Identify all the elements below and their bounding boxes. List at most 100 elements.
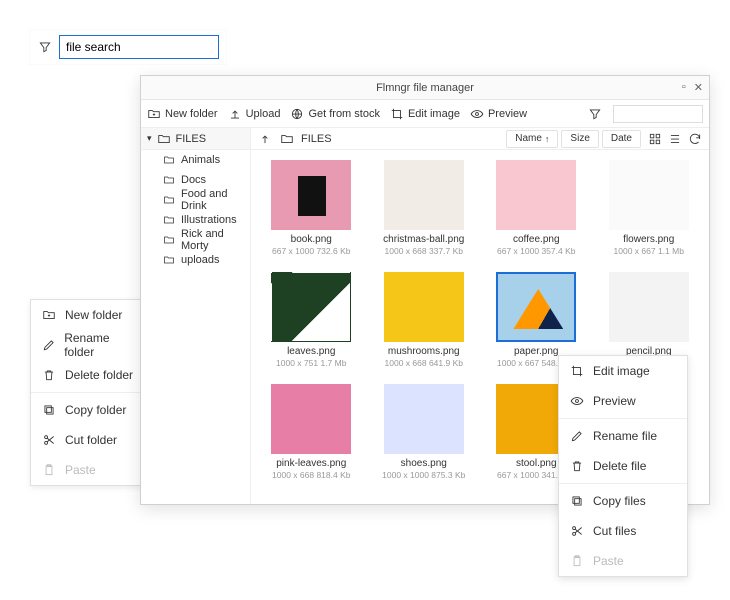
- separator: [559, 418, 687, 419]
- tree-item[interactable]: Animals: [141, 150, 250, 170]
- folder-plus-icon: [147, 107, 161, 121]
- filter-icon: [37, 39, 53, 55]
- file-item[interactable]: coffee.png667 x 1000 357.4 Kb: [484, 160, 589, 256]
- file-name: christmas-ball.png: [383, 234, 464, 245]
- tree-item[interactable]: Rick and Morty: [141, 230, 250, 250]
- thumbnail: [496, 272, 576, 342]
- file-meta: 1000 x 668 641.9 Kb: [385, 358, 463, 368]
- search-input[interactable]: [59, 35, 219, 59]
- label: Edit image: [593, 364, 650, 378]
- clipboard-icon: [569, 553, 585, 569]
- file-meta: 1000 x 667 1.1 Mb: [614, 246, 684, 256]
- file-name: book.png: [291, 234, 332, 245]
- menu-delete-file[interactable]: Delete file: [559, 451, 687, 481]
- file-meta: 667 x 1000 357.4 Kb: [497, 246, 575, 256]
- upload-button[interactable]: Upload: [228, 107, 281, 121]
- menu-preview[interactable]: Preview: [559, 386, 687, 416]
- search-filter-wrap: [30, 30, 226, 64]
- label: Upload: [246, 108, 281, 120]
- pencil-icon: [569, 428, 585, 444]
- file-item[interactable]: pencil.png: [597, 272, 702, 368]
- globe-icon: [290, 107, 304, 121]
- file-name: shoes.png: [401, 458, 447, 469]
- tree-item[interactable]: Illustrations: [141, 210, 250, 230]
- thumbnail: [384, 384, 464, 454]
- up-icon[interactable]: [257, 131, 273, 147]
- folder-icon: [156, 131, 172, 147]
- label: Paste: [65, 463, 96, 477]
- label: Cut files: [593, 524, 636, 538]
- label: Paste: [593, 554, 624, 568]
- menu-paste-folder: Paste: [31, 455, 149, 485]
- scissors-icon: [41, 432, 57, 448]
- file-name: mushrooms.png: [388, 346, 460, 357]
- chevron-down-icon: ▾: [147, 133, 152, 144]
- label: Food and Drink: [181, 188, 250, 212]
- file-name: stool.png: [516, 458, 557, 469]
- folder-icon: [163, 154, 175, 166]
- tree-item[interactable]: Food and Drink: [141, 190, 250, 210]
- file-item[interactable]: flowers.png1000 x 667 1.1 Mb: [597, 160, 702, 256]
- thumbnail: [271, 384, 351, 454]
- file-name: pink-leaves.png: [276, 458, 346, 469]
- upload-icon: [228, 107, 242, 121]
- list-view-icon[interactable]: [667, 131, 683, 147]
- tree-item[interactable]: Docs: [141, 170, 250, 190]
- file-meta: 1000 x 668 818.4 Kb: [272, 470, 350, 480]
- new-folder-button[interactable]: New folder: [147, 107, 218, 121]
- clipboard-icon: [41, 462, 57, 478]
- menu-rename-file[interactable]: Rename file: [559, 421, 687, 451]
- label: Illustrations: [181, 214, 237, 226]
- file-name: paper.png: [514, 346, 559, 357]
- label: Copy files: [593, 494, 646, 508]
- menu-cut-folder[interactable]: Cut folder: [31, 425, 149, 455]
- menu-rename-folder[interactable]: Rename folder: [31, 330, 149, 360]
- label: Rick and Morty: [181, 228, 250, 252]
- grid-view-icon[interactable]: [647, 131, 663, 147]
- file-item[interactable]: book.png667 x 1000 732.6 Kb: [259, 160, 364, 256]
- tree-root[interactable]: ▾ FILES: [141, 128, 250, 150]
- folder-tree: ▾ FILES Animals Docs Food and Drink Illustr…: [141, 128, 251, 504]
- file-meta: 1000 x 751 1.7 Mb: [276, 358, 346, 368]
- sort-asc-icon: ↑: [545, 134, 550, 144]
- col-size[interactable]: Size: [561, 130, 598, 148]
- filter-input[interactable]: [613, 105, 703, 123]
- preview-button[interactable]: Preview: [470, 107, 527, 121]
- pencil-icon: [41, 337, 56, 353]
- label: Docs: [181, 174, 206, 186]
- menu-copy-folder[interactable]: Copy folder: [31, 395, 149, 425]
- label: Delete folder: [65, 368, 133, 382]
- file-name: flowers.png: [623, 234, 674, 245]
- menu-edit-image[interactable]: Edit image: [559, 356, 687, 386]
- minimize-button[interactable]: ▫: [682, 81, 686, 94]
- menu-cut-files[interactable]: Cut files: [559, 516, 687, 546]
- tree-item[interactable]: uploads: [141, 250, 250, 270]
- close-button[interactable]: ✕: [694, 81, 703, 94]
- file-item[interactable]: christmas-ball.png1000 x 668 337.7 Kb: [372, 160, 477, 256]
- col-date[interactable]: Date: [602, 130, 641, 148]
- edit-image-button[interactable]: Edit image: [390, 107, 460, 121]
- file-item[interactable]: paper.png1000 x 667 548.8 Kb: [484, 272, 589, 368]
- filter-icon[interactable]: [587, 106, 603, 122]
- menu-delete-folder[interactable]: Delete folder: [31, 360, 149, 390]
- folder-icon: [163, 174, 175, 186]
- thumbnail: [384, 272, 464, 342]
- scissors-icon: [569, 523, 585, 539]
- file-name: coffee.png: [513, 234, 560, 245]
- col-name[interactable]: Name↑: [506, 130, 558, 148]
- folder-context-menu: New folder Rename folder Delete folder C…: [30, 299, 150, 486]
- crop-icon: [390, 107, 404, 121]
- separator: [31, 392, 149, 393]
- menu-new-folder[interactable]: New folder: [31, 300, 149, 330]
- file-meta: 667 x 1000 732.6 Kb: [272, 246, 350, 256]
- file-item[interactable]: leaves.png1000 x 751 1.7 Mb: [259, 272, 364, 368]
- file-item[interactable]: pink-leaves.png1000 x 668 818.4 Kb: [259, 384, 364, 480]
- file-name: leaves.png: [287, 346, 335, 357]
- get-stock-button[interactable]: Get from stock: [290, 107, 380, 121]
- file-item[interactable]: mushrooms.png1000 x 668 641.9 Kb: [372, 272, 477, 368]
- file-item[interactable]: shoes.png1000 x 1000 875.3 Kb: [372, 384, 477, 480]
- refresh-icon[interactable]: [687, 131, 703, 147]
- label: Get from stock: [308, 108, 380, 120]
- folder-plus-icon: [41, 307, 57, 323]
- menu-copy-files[interactable]: Copy files: [559, 486, 687, 516]
